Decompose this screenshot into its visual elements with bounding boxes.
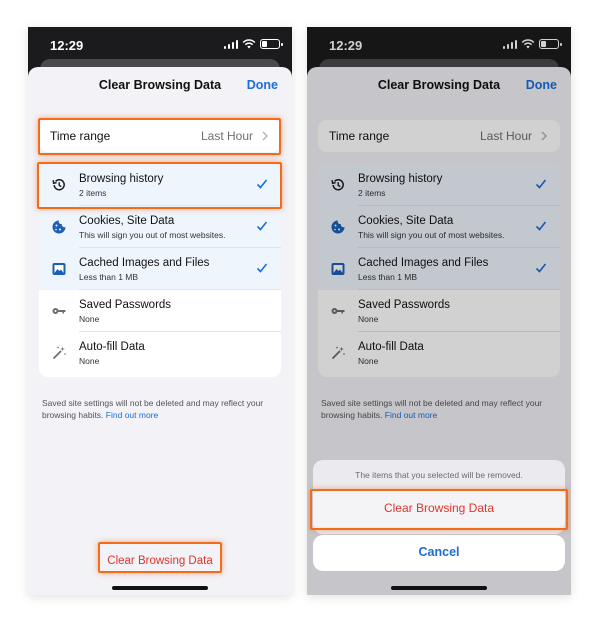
magic-wand-icon [52, 346, 66, 360]
history-icon [52, 179, 65, 191]
find-out-more-link[interactable]: Find out more [106, 410, 158, 420]
clear-browsing-data-container: Clear Browsing Data [28, 550, 292, 572]
item-title: Auto-fill Data [79, 341, 145, 353]
status-icons [223, 39, 283, 49]
wifi-icon [242, 39, 256, 49]
item-subtitle: 2 items [79, 188, 107, 198]
status-time: 12:29 [50, 38, 84, 53]
data-types-list: Browsing history 2 items Cookies, Site D… [39, 164, 281, 377]
checkmark-icon [256, 263, 268, 273]
item-subtitle: Less than 1 MB [79, 272, 139, 282]
item-title: Browsing history [79, 173, 164, 185]
time-range-row[interactable]: Time range Last Hour [39, 120, 281, 152]
phone-screen-right: 12:29 Clear Browsing Data Done Time rang… [307, 27, 571, 595]
chevron-right-icon [262, 131, 269, 141]
confirmation-message: The items that you selected will be remo… [355, 470, 523, 480]
clear-browsing-data-button[interactable]: Clear Browsing Data [100, 550, 219, 572]
list-item-cookies[interactable]: Cookies, Site Data This will sign you ou… [39, 206, 281, 248]
key-icon [52, 308, 66, 314]
checkmark-icon [256, 179, 268, 189]
item-subtitle: None [79, 314, 100, 324]
list-item-cached-images[interactable]: Cached Images and Files Less than 1 MB [39, 248, 281, 290]
battery-icon [260, 39, 283, 49]
confirm-clear-button[interactable]: Clear Browsing Data [313, 491, 565, 527]
list-item-autofill[interactable]: Auto-fill Data None [39, 332, 281, 374]
list-item-browsing-history[interactable]: Browsing history 2 items [39, 164, 281, 206]
clear-data-sheet: Clear Browsing Data Done Time range Last… [28, 67, 292, 595]
checkmark-icon [256, 221, 268, 231]
confirmation-action-sheet: The items that you selected will be remo… [313, 460, 565, 534]
home-indicator [112, 586, 208, 590]
footnote: Saved site settings will not be deleted … [42, 397, 278, 421]
item-title: Cached Images and Files [79, 257, 210, 269]
done-button[interactable]: Done [247, 78, 278, 92]
time-range-value: Last Hour [200, 129, 253, 143]
cellular-signal-icon [223, 39, 238, 49]
phone-screen-left: 12:29 Clear Browsing Data Done Time rang… [28, 27, 292, 595]
list-item-saved-passwords[interactable]: Saved Passwords None [39, 290, 281, 332]
time-range-label: Time range [50, 129, 111, 143]
cancel-button[interactable]: Cancel [313, 535, 565, 571]
item-title: Saved Passwords [79, 299, 172, 311]
home-indicator [391, 586, 487, 590]
item-title: Cookies, Site Data [79, 215, 175, 227]
item-subtitle: This will sign you out of most websites. [79, 230, 226, 240]
image-icon [52, 263, 66, 275]
item-subtitle: None [79, 356, 100, 366]
cookie-icon [52, 220, 66, 234]
